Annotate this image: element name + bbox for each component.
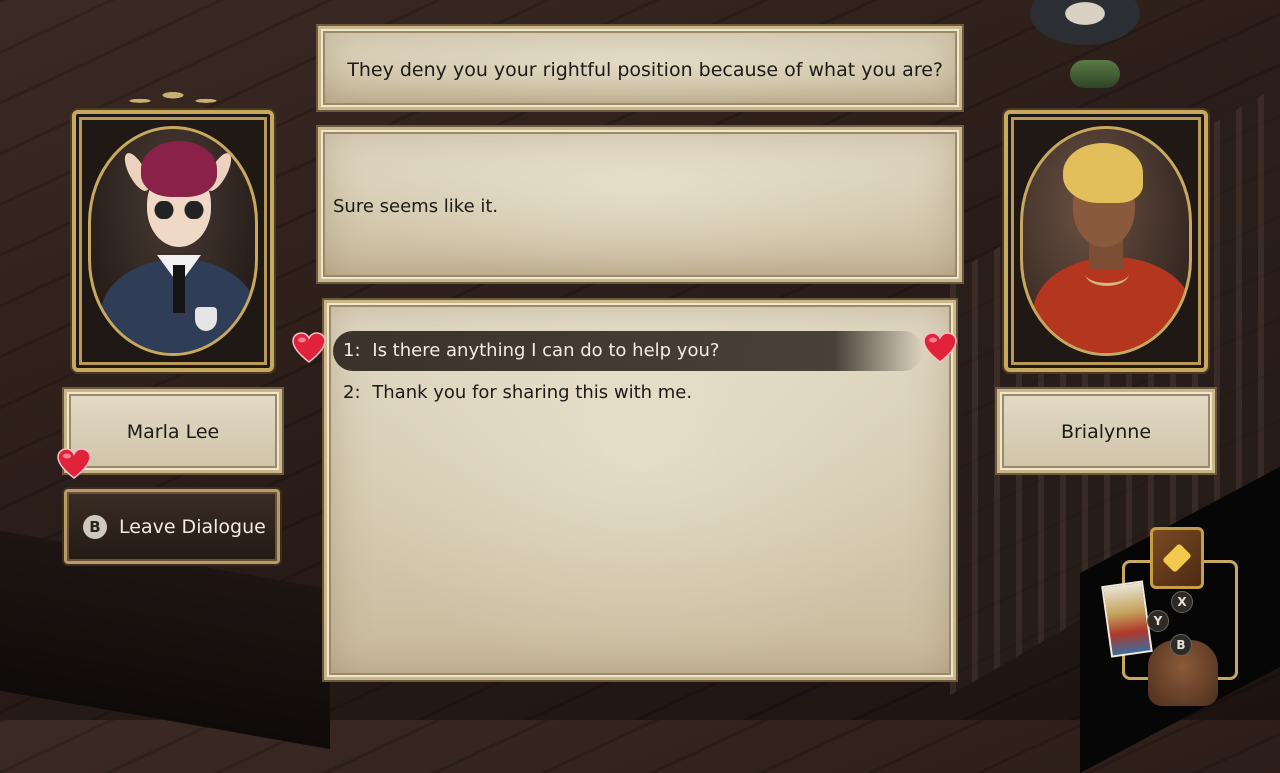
choice-number: 2: <box>343 382 361 403</box>
sunglasses <box>149 201 209 219</box>
background-clerk <box>1030 0 1140 45</box>
dialogue-choices-panel: 1: Is there anything I can do to help yo… <box>324 300 956 680</box>
npc-reply-text: Sure seems like it. <box>333 196 499 217</box>
necktie <box>173 265 185 313</box>
desk-lamp <box>1070 60 1120 88</box>
npc-prompt-text: They deny you your rightful position bec… <box>347 59 943 81</box>
choice-text: Thank you for sharing this with me. <box>372 382 693 403</box>
character-hair <box>1063 143 1143 203</box>
heart-icon <box>923 332 957 363</box>
book-gem <box>1162 543 1192 573</box>
npc-prompt-panel: They deny you your rightful position bec… <box>318 26 962 110</box>
npc-nameplate: Brialynne <box>997 389 1215 473</box>
x-button-icon: X <box>1171 591 1193 613</box>
heart-icon <box>292 332 326 363</box>
leave-dialogue-label: Leave Dialogue <box>119 515 266 538</box>
npc-portrait <box>1004 110 1208 372</box>
character-hair <box>141 141 217 197</box>
laurel-ornament <box>118 84 228 112</box>
b-button-icon: B <box>1170 634 1192 656</box>
leave-dialogue-button[interactable]: B Leave Dialogue <box>64 489 280 564</box>
necklace <box>1085 261 1129 286</box>
portrait-oval <box>1020 126 1192 356</box>
police-badge <box>195 307 217 331</box>
dialogue-choice-2[interactable]: 2: Thank you for sharing this with me. <box>333 373 923 413</box>
y-button-icon: Y <box>1147 610 1169 632</box>
journal-book-icon[interactable] <box>1150 527 1204 589</box>
choice-number: 1: <box>343 340 361 361</box>
portrait-oval <box>88 126 258 356</box>
dialogue-choice-1[interactable]: 1: Is there anything I can do to help yo… <box>333 331 923 371</box>
b-button-icon: B <box>83 514 107 539</box>
heart-icon <box>57 448 91 479</box>
npc-reply-panel: Sure seems like it. <box>318 127 962 282</box>
player-portrait <box>72 110 274 372</box>
player-nameplate: Marla Lee <box>64 389 282 473</box>
choice-text: Is there anything I can do to help you? <box>372 340 720 361</box>
